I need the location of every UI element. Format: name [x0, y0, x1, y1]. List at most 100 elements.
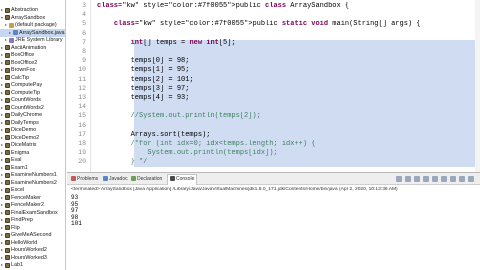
explorer-item-label: ArraySandbox.java	[19, 29, 65, 36]
tab-label: Problems	[77, 176, 99, 182]
explorer-item-label: ExamineNumbers2	[11, 179, 57, 186]
code-line[interactable]: 14	[67, 103, 480, 112]
editor-overview-ruler[interactable]	[475, 0, 480, 172]
explorer-item-label: HelloWorld	[11, 239, 38, 246]
minimize-icon[interactable]	[468, 176, 474, 182]
panel-tab-bar: Problems Javadoc Declaration Console	[67, 173, 480, 185]
code-line[interactable]: 20 } */	[67, 158, 480, 167]
code-text: temps[1] = 95;	[97, 66, 190, 75]
explorer-item[interactable]: ▸ Lab1	[0, 261, 65, 269]
code-text: //System.out.println(temps[2]);	[97, 112, 261, 121]
line-number: 5	[82, 20, 86, 28]
line-number: 16	[78, 121, 86, 129]
javadoc-icon	[103, 176, 108, 182]
code-line[interactable]: 13 temps[4] = 93;	[67, 94, 480, 103]
display-console-icon[interactable]	[450, 176, 456, 182]
code-line[interactable]: 4	[67, 11, 480, 20]
line-number: 15	[78, 112, 86, 120]
explorer-item-label: ArraySandbox	[11, 14, 46, 21]
code-text: temps[3] = 97;	[97, 84, 190, 93]
project-icon	[5, 112, 10, 118]
package-icon	[9, 22, 14, 28]
console-toolbar	[396, 176, 476, 183]
tab-label: Javadoc	[109, 176, 128, 182]
package-explorer: ▸ Abstraction ▾ ArraySandbox ▸ (default packa…	[0, 0, 66, 270]
code-line[interactable]: 11 temps[2] = 101;	[67, 76, 480, 85]
project-icon	[5, 187, 10, 193]
explorer-item-label: Abstraction	[11, 7, 38, 13]
code-line[interactable]: 17 Arrays.sort(temps);	[67, 131, 480, 140]
console-status-line: <terminated> ArraySandbox [Java Applicat…	[71, 187, 398, 192]
code-line[interactable]: 10 temps[1] = 95;	[67, 66, 480, 75]
project-icon	[5, 120, 10, 125]
line-number: 4	[82, 11, 86, 19]
project-icon	[5, 217, 10, 223]
explorer-item-label: Exam1	[11, 164, 28, 171]
problems-icon	[71, 176, 76, 182]
code-line[interactable]: 3 class="kw" style="color:#7f0055">public…	[67, 2, 480, 11]
project-icon	[5, 180, 10, 185]
project-icon	[5, 82, 10, 88]
code-line[interactable]: 19 System.out.println(temps[idx]);	[67, 149, 480, 158]
code-text: temps[4] = 93;	[97, 94, 190, 102]
scroll-lock-icon[interactable]	[423, 176, 429, 182]
code-line[interactable]: 12 temps[3] = 97;	[67, 85, 480, 94]
tab-javadoc[interactable]: Javadoc	[101, 175, 130, 184]
remove-launch-icon[interactable]	[405, 176, 411, 182]
project-icon	[5, 90, 10, 95]
line-number: 18	[78, 140, 86, 147]
terminate-icon[interactable]	[396, 176, 402, 182]
code-line[interactable]: 16	[67, 122, 480, 131]
tab-declaration[interactable]: Declaration	[129, 175, 164, 184]
tab-console[interactable]: Console	[167, 174, 198, 185]
explorer-item-label: (default package)	[15, 22, 57, 28]
clear-console-icon[interactable]	[414, 176, 420, 182]
explorer-item-label: ExamineNumbers1	[11, 172, 57, 178]
console-panel: Problems Javadoc Declaration Console <termi…	[67, 172, 480, 270]
explorer-item-label: FinalExamSandbox	[11, 209, 58, 216]
project-icon	[5, 150, 10, 155]
line-number: 8	[82, 48, 86, 55]
project-icon	[5, 7, 10, 13]
explorer-item-label: JRE System Library	[15, 37, 63, 43]
code-editor[interactable]: 3 class="kw" style="color:#7f0055">public…	[67, 0, 480, 172]
explorer-item-label: ComputeTip	[11, 89, 41, 96]
code-line[interactable]: 5 class="kw" style="color:#7f0055">publi…	[67, 20, 480, 29]
java-file-icon	[13, 30, 18, 35]
tab-problems[interactable]: Problems	[69, 175, 100, 184]
project-icon	[5, 15, 10, 20]
code-line[interactable]: 9 temps[0] = 98;	[67, 57, 480, 66]
project-icon	[5, 60, 10, 65]
code-line[interactable]: 7 int[] temps = new int[5];	[67, 39, 480, 48]
line-number: 14	[78, 103, 86, 111]
explorer-item-label: Eval	[11, 157, 22, 163]
project-icon	[5, 52, 10, 58]
code-line[interactable]: 18 /*for (int idx=0; idx<temps.length; i…	[67, 140, 480, 149]
word-wrap-icon[interactable]	[432, 176, 438, 182]
explorer-item-label: Enigma	[11, 149, 30, 156]
explorer-item-label: FenceMaker2	[11, 202, 44, 208]
project-icon	[5, 105, 10, 110]
explorer-item-label: Excel	[11, 187, 25, 193]
explorer-item-label: HoursWorked3	[11, 254, 47, 261]
project-icon	[5, 45, 10, 50]
code-line[interactable]: 8	[67, 48, 480, 57]
code-text: temps[0] = 98;	[97, 57, 190, 66]
code-text: temps[2] = 101;	[97, 75, 194, 84]
code-line[interactable]: 15 //System.out.println(temps[2]);	[67, 112, 480, 121]
explorer-item-label: CalcTip	[11, 74, 30, 81]
project-icon	[5, 142, 10, 148]
explorer-item-label: DiceDemo2	[11, 134, 40, 141]
line-number: 9	[82, 57, 86, 65]
code-line[interactable]: 6	[67, 30, 480, 39]
project-icon	[5, 67, 10, 73]
code-text: } */	[97, 158, 148, 167]
line-number: 12	[78, 84, 86, 92]
pin-console-icon[interactable]	[441, 176, 447, 182]
explorer-item-label: ComputePay	[11, 82, 43, 88]
project-icon	[5, 232, 10, 238]
open-console-icon[interactable]	[459, 176, 465, 182]
code-text: Arrays.sort(temps);	[97, 130, 211, 139]
project-icon	[5, 157, 10, 163]
line-number: 7	[82, 38, 86, 46]
